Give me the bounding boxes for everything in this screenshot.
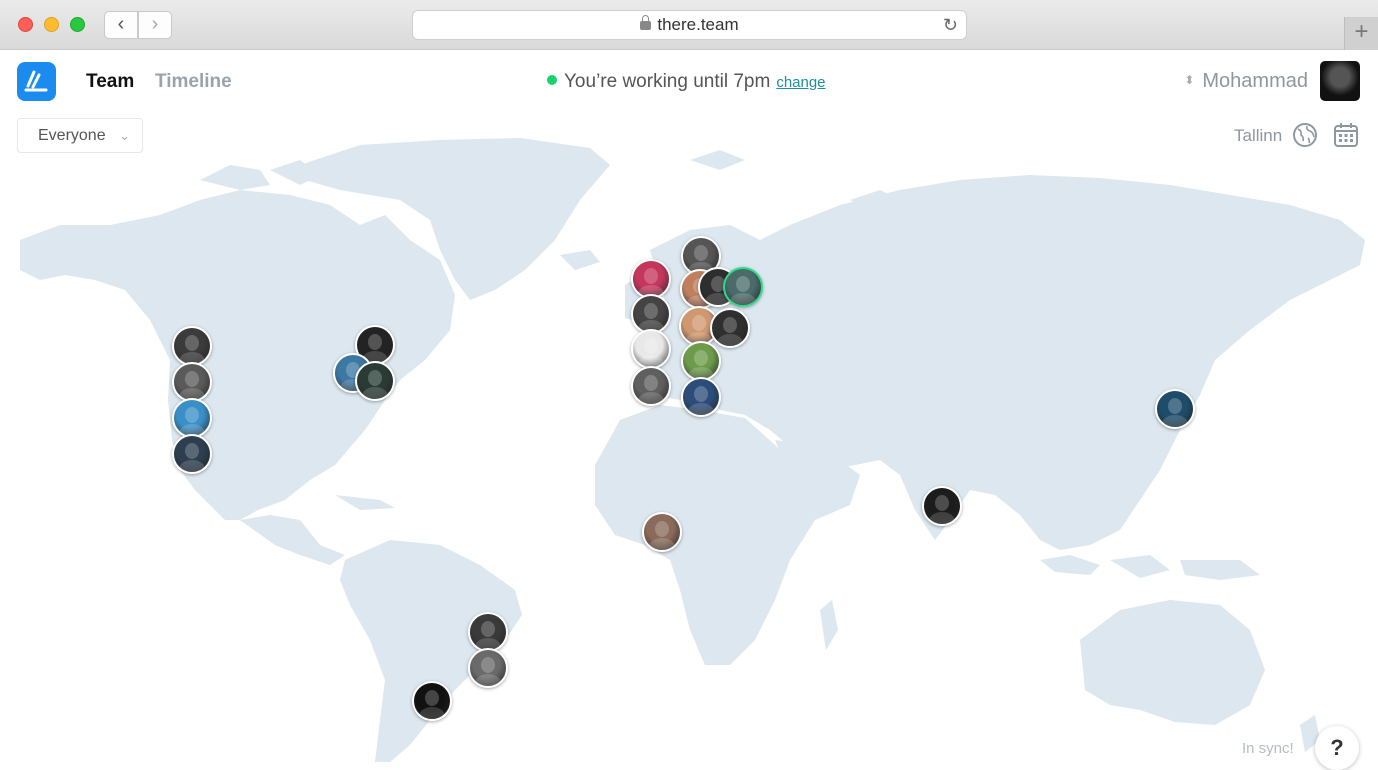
filter-value: Everyone <box>38 127 106 144</box>
team-member-avatar[interactable] <box>412 681 452 721</box>
working-status: You’re working until 7pm change <box>547 71 826 93</box>
team-member-avatar[interactable] <box>710 308 750 348</box>
team-member-avatar[interactable] <box>468 612 508 652</box>
user-avatar[interactable] <box>1320 61 1360 101</box>
chevron-down-icon: ⌄ <box>119 128 130 143</box>
browser-toolbar: ‹ › there.team ↻ + <box>0 0 1378 50</box>
chevron-left-icon: ‹ <box>117 13 125 35</box>
sort-arrows-icon: ⬍ <box>1184 73 1195 87</box>
sync-status: In sync! <box>1242 740 1294 757</box>
status-text: You’re working until 7pm <box>564 71 771 92</box>
status-dot-icon <box>547 75 557 85</box>
forward-button[interactable]: › <box>138 11 172 39</box>
user-switcher[interactable]: ⬍ Mohammad <box>1184 70 1308 93</box>
tab-timeline[interactable]: Timeline <box>155 71 232 93</box>
tab-team[interactable]: Team <box>86 71 134 93</box>
team-member-avatar[interactable] <box>631 329 671 369</box>
team-member-avatar[interactable] <box>631 366 671 406</box>
url-text: there.team <box>657 15 739 34</box>
user-name: Mohammad <box>1202 70 1308 92</box>
team-member-avatar[interactable] <box>172 362 212 402</box>
team-member-avatar[interactable] <box>922 486 962 526</box>
change-status-link[interactable]: change <box>776 74 825 91</box>
team-member-avatar[interactable] <box>1155 389 1195 429</box>
reload-icon[interactable]: ↻ <box>943 11 958 39</box>
calendar-icon[interactable] <box>1333 122 1359 148</box>
address-bar[interactable]: there.team ↻ <box>412 10 967 40</box>
team-member-avatar[interactable] <box>631 294 671 334</box>
team-member-avatar[interactable] <box>723 267 763 307</box>
fullscreen-window-button[interactable] <box>70 17 85 32</box>
team-filter-select[interactable]: Everyone ⌄ <box>17 118 143 153</box>
lock-icon <box>640 15 652 30</box>
team-member-avatar[interactable] <box>642 512 682 552</box>
minimize-window-button[interactable] <box>44 17 59 32</box>
help-button[interactable]: ? <box>1315 726 1359 770</box>
there-logo-icon <box>24 70 48 92</box>
team-member-avatar[interactable] <box>172 326 212 366</box>
globe-icon[interactable] <box>1292 122 1318 148</box>
app-logo[interactable] <box>17 62 56 101</box>
team-member-avatar[interactable] <box>631 259 671 299</box>
current-location: Tallinn <box>1234 126 1283 145</box>
team-member-avatar[interactable] <box>468 648 508 688</box>
team-member-avatar[interactable] <box>172 398 212 438</box>
team-member-avatar[interactable] <box>681 341 721 381</box>
team-member-avatar[interactable] <box>355 361 395 401</box>
chevron-right-icon: › <box>151 13 159 35</box>
close-window-button[interactable] <box>18 17 33 32</box>
back-button[interactable]: ‹ <box>104 11 138 39</box>
team-member-avatar[interactable] <box>681 377 721 417</box>
team-member-avatar[interactable] <box>172 434 212 474</box>
new-tab-button[interactable]: + <box>1344 17 1378 50</box>
